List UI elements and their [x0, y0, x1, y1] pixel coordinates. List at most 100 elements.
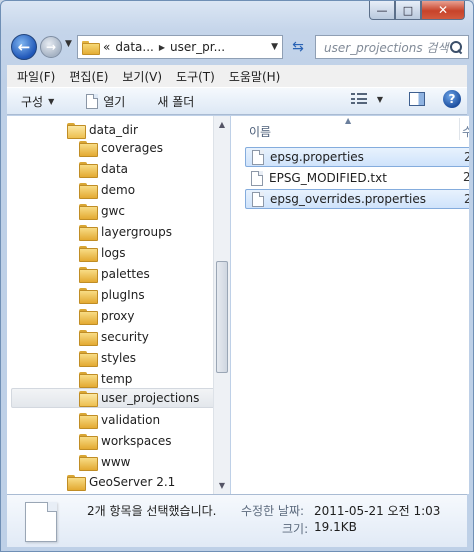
- tree-item-www[interactable]: www: [79, 452, 130, 472]
- tree-item-layergroups[interactable]: layergroups: [79, 222, 172, 242]
- folder-icon: [79, 288, 98, 304]
- menu-file[interactable]: 파일(F): [17, 68, 55, 85]
- tree-item-temp[interactable]: temp: [79, 369, 132, 389]
- tree-item-plugins[interactable]: plugIns: [79, 285, 145, 305]
- search-input[interactable]: user_projections 검색: [315, 35, 469, 59]
- menu-view[interactable]: 보기(V): [122, 68, 162, 85]
- file-row-epsg-modified[interactable]: EPSG_MODIFIED.txt 2: [245, 168, 469, 188]
- tree-item-validation[interactable]: validation: [79, 410, 160, 430]
- organize-label: 구성: [21, 94, 44, 109]
- scroll-down-icon[interactable]: ▼: [214, 477, 230, 494]
- document-icon: [252, 191, 264, 207]
- open-button[interactable]: 열기: [78, 90, 133, 112]
- tree-item-label: demo: [101, 183, 136, 197]
- folder-icon: [79, 413, 98, 429]
- file-name: EPSG_MODIFIED.txt: [269, 171, 387, 185]
- file-list-pane: 이름 ▲ 수 epsg.properties 2 EPSG_MODIFIED.t…: [231, 116, 469, 494]
- column-divider[interactable]: [459, 118, 460, 140]
- scroll-up-icon[interactable]: ▲: [214, 116, 230, 133]
- tree-item-label: security: [101, 330, 149, 344]
- document-icon: [251, 170, 263, 186]
- folder-icon: [79, 330, 98, 346]
- selection-document-icon: [25, 502, 57, 542]
- folder-icon: [79, 204, 98, 220]
- navigation-pane: data_dir coverages data demo gwc layergr…: [7, 116, 230, 494]
- folder-icon: [79, 434, 98, 450]
- organize-button[interactable]: 구성 ▼: [7, 90, 62, 112]
- folder-icon: [67, 475, 86, 491]
- breadcrumb-overflow[interactable]: «: [103, 40, 110, 54]
- search-icon[interactable]: [450, 41, 462, 53]
- tree-item-label: validation: [101, 413, 161, 427]
- close-button[interactable]: ✕: [421, 1, 465, 20]
- minimize-button[interactable]: —: [369, 1, 395, 20]
- tree-item-label: proxy: [101, 309, 135, 323]
- menu-tools[interactable]: 도구(T): [176, 68, 215, 85]
- tree-item-label: GeoServer 2.1: [89, 475, 176, 489]
- tree-item-label: coverages: [101, 141, 163, 155]
- change-view-icon[interactable]: [350, 93, 367, 105]
- navigation-scrollbar[interactable]: ▲ ▼: [213, 116, 230, 494]
- chevron-down-icon: ▼: [48, 96, 55, 106]
- scrollbar-thumb[interactable]: [216, 261, 228, 373]
- tree-item-logs[interactable]: logs: [79, 243, 126, 263]
- breadcrumb-data-dir[interactable]: data...: [115, 40, 153, 54]
- column-header-name[interactable]: 이름: [249, 123, 271, 140]
- recent-pages-dropdown[interactable]: ▼: [65, 39, 72, 49]
- explorer-window: — □ ✕ ← → ▼ « data... ▶ user_pr... ▼ ⇆ u…: [0, 0, 474, 552]
- command-bar: 구성 ▼ 열기 새 폴더 ▼ ?: [7, 87, 467, 115]
- menu-help[interactable]: 도움말(H): [229, 68, 281, 85]
- column-header: 이름 ▲ 수: [231, 116, 469, 142]
- maximize-button[interactable]: □: [395, 1, 421, 20]
- tree-item-palettes[interactable]: palettes: [79, 264, 150, 284]
- tree-item-styles[interactable]: styles: [79, 348, 136, 368]
- tree-item-label: data_dir: [89, 123, 138, 137]
- breadcrumb-separator-icon[interactable]: ▶: [159, 43, 165, 52]
- back-button[interactable]: ←: [11, 34, 37, 60]
- modified-value: 2011-05-21 오전 1:03: [314, 504, 441, 518]
- help-icon[interactable]: ?: [443, 90, 461, 108]
- address-bar[interactable]: « data... ▶ user_pr... ▼: [77, 35, 283, 59]
- tree-item-proxy[interactable]: proxy: [79, 306, 134, 326]
- tree-item-data[interactable]: data: [79, 159, 128, 179]
- folder-icon: [79, 372, 98, 388]
- forward-button[interactable]: →: [40, 36, 62, 58]
- tree-item-label: data: [101, 162, 129, 176]
- folder-icon: [79, 267, 98, 283]
- refresh-icon: ⇆: [292, 39, 304, 55]
- tree-item-label: user_projections: [101, 391, 200, 405]
- tree-item-label: palettes: [101, 267, 150, 281]
- file-row-epsg-overrides[interactable]: epsg_overrides.properties 2: [245, 189, 469, 209]
- tree-item-demo[interactable]: demo: [79, 180, 135, 200]
- tree-item-label: logs: [101, 246, 126, 260]
- size-value: 19.1KB: [314, 520, 357, 534]
- tree-item-workspaces[interactable]: workspaces: [79, 431, 172, 451]
- tree-item-geoserver[interactable]: GeoServer 2.1: [67, 472, 175, 492]
- tree-item-label: gwc: [101, 204, 126, 218]
- menu-bar: 파일(F) 편집(E) 보기(V) 도구(T) 도움말(H): [7, 65, 467, 87]
- view-options-dropdown-icon[interactable]: ▼: [377, 95, 383, 104]
- menu-edit[interactable]: 편집(E): [69, 68, 108, 85]
- size-label: 크기:: [282, 522, 309, 536]
- tree-item-security[interactable]: security: [79, 327, 149, 347]
- file-row-epsg-properties[interactable]: epsg.properties 2: [245, 147, 469, 167]
- breadcrumb-user-projections[interactable]: user_pr...: [170, 40, 225, 54]
- tree-item-label: styles: [101, 351, 137, 365]
- tree-item-user-projections[interactable]: user_projections: [11, 388, 215, 408]
- tree-item-data-dir[interactable]: data_dir: [67, 120, 138, 140]
- address-dropdown-icon[interactable]: ▼: [271, 42, 278, 52]
- column-header-modified[interactable]: 수: [462, 123, 469, 140]
- tree-item-label: www: [101, 455, 131, 469]
- forward-arrow-icon: →: [45, 40, 57, 54]
- tree-item-coverages[interactable]: coverages: [79, 138, 163, 158]
- file-modified-date: 2: [463, 170, 469, 184]
- selection-count: 2개 항목을 선택했습니다.: [87, 504, 217, 518]
- document-icon: [252, 149, 264, 165]
- new-folder-button[interactable]: 새 폴더: [149, 90, 202, 112]
- file-name: epsg.properties: [270, 150, 364, 164]
- preview-pane-icon[interactable]: [409, 92, 425, 106]
- sort-ascending-icon: ▲: [345, 116, 352, 125]
- view-controls: ▼ ?: [350, 90, 461, 108]
- tree-item-gwc[interactable]: gwc: [79, 201, 125, 221]
- refresh-button[interactable]: ⇆: [286, 35, 310, 59]
